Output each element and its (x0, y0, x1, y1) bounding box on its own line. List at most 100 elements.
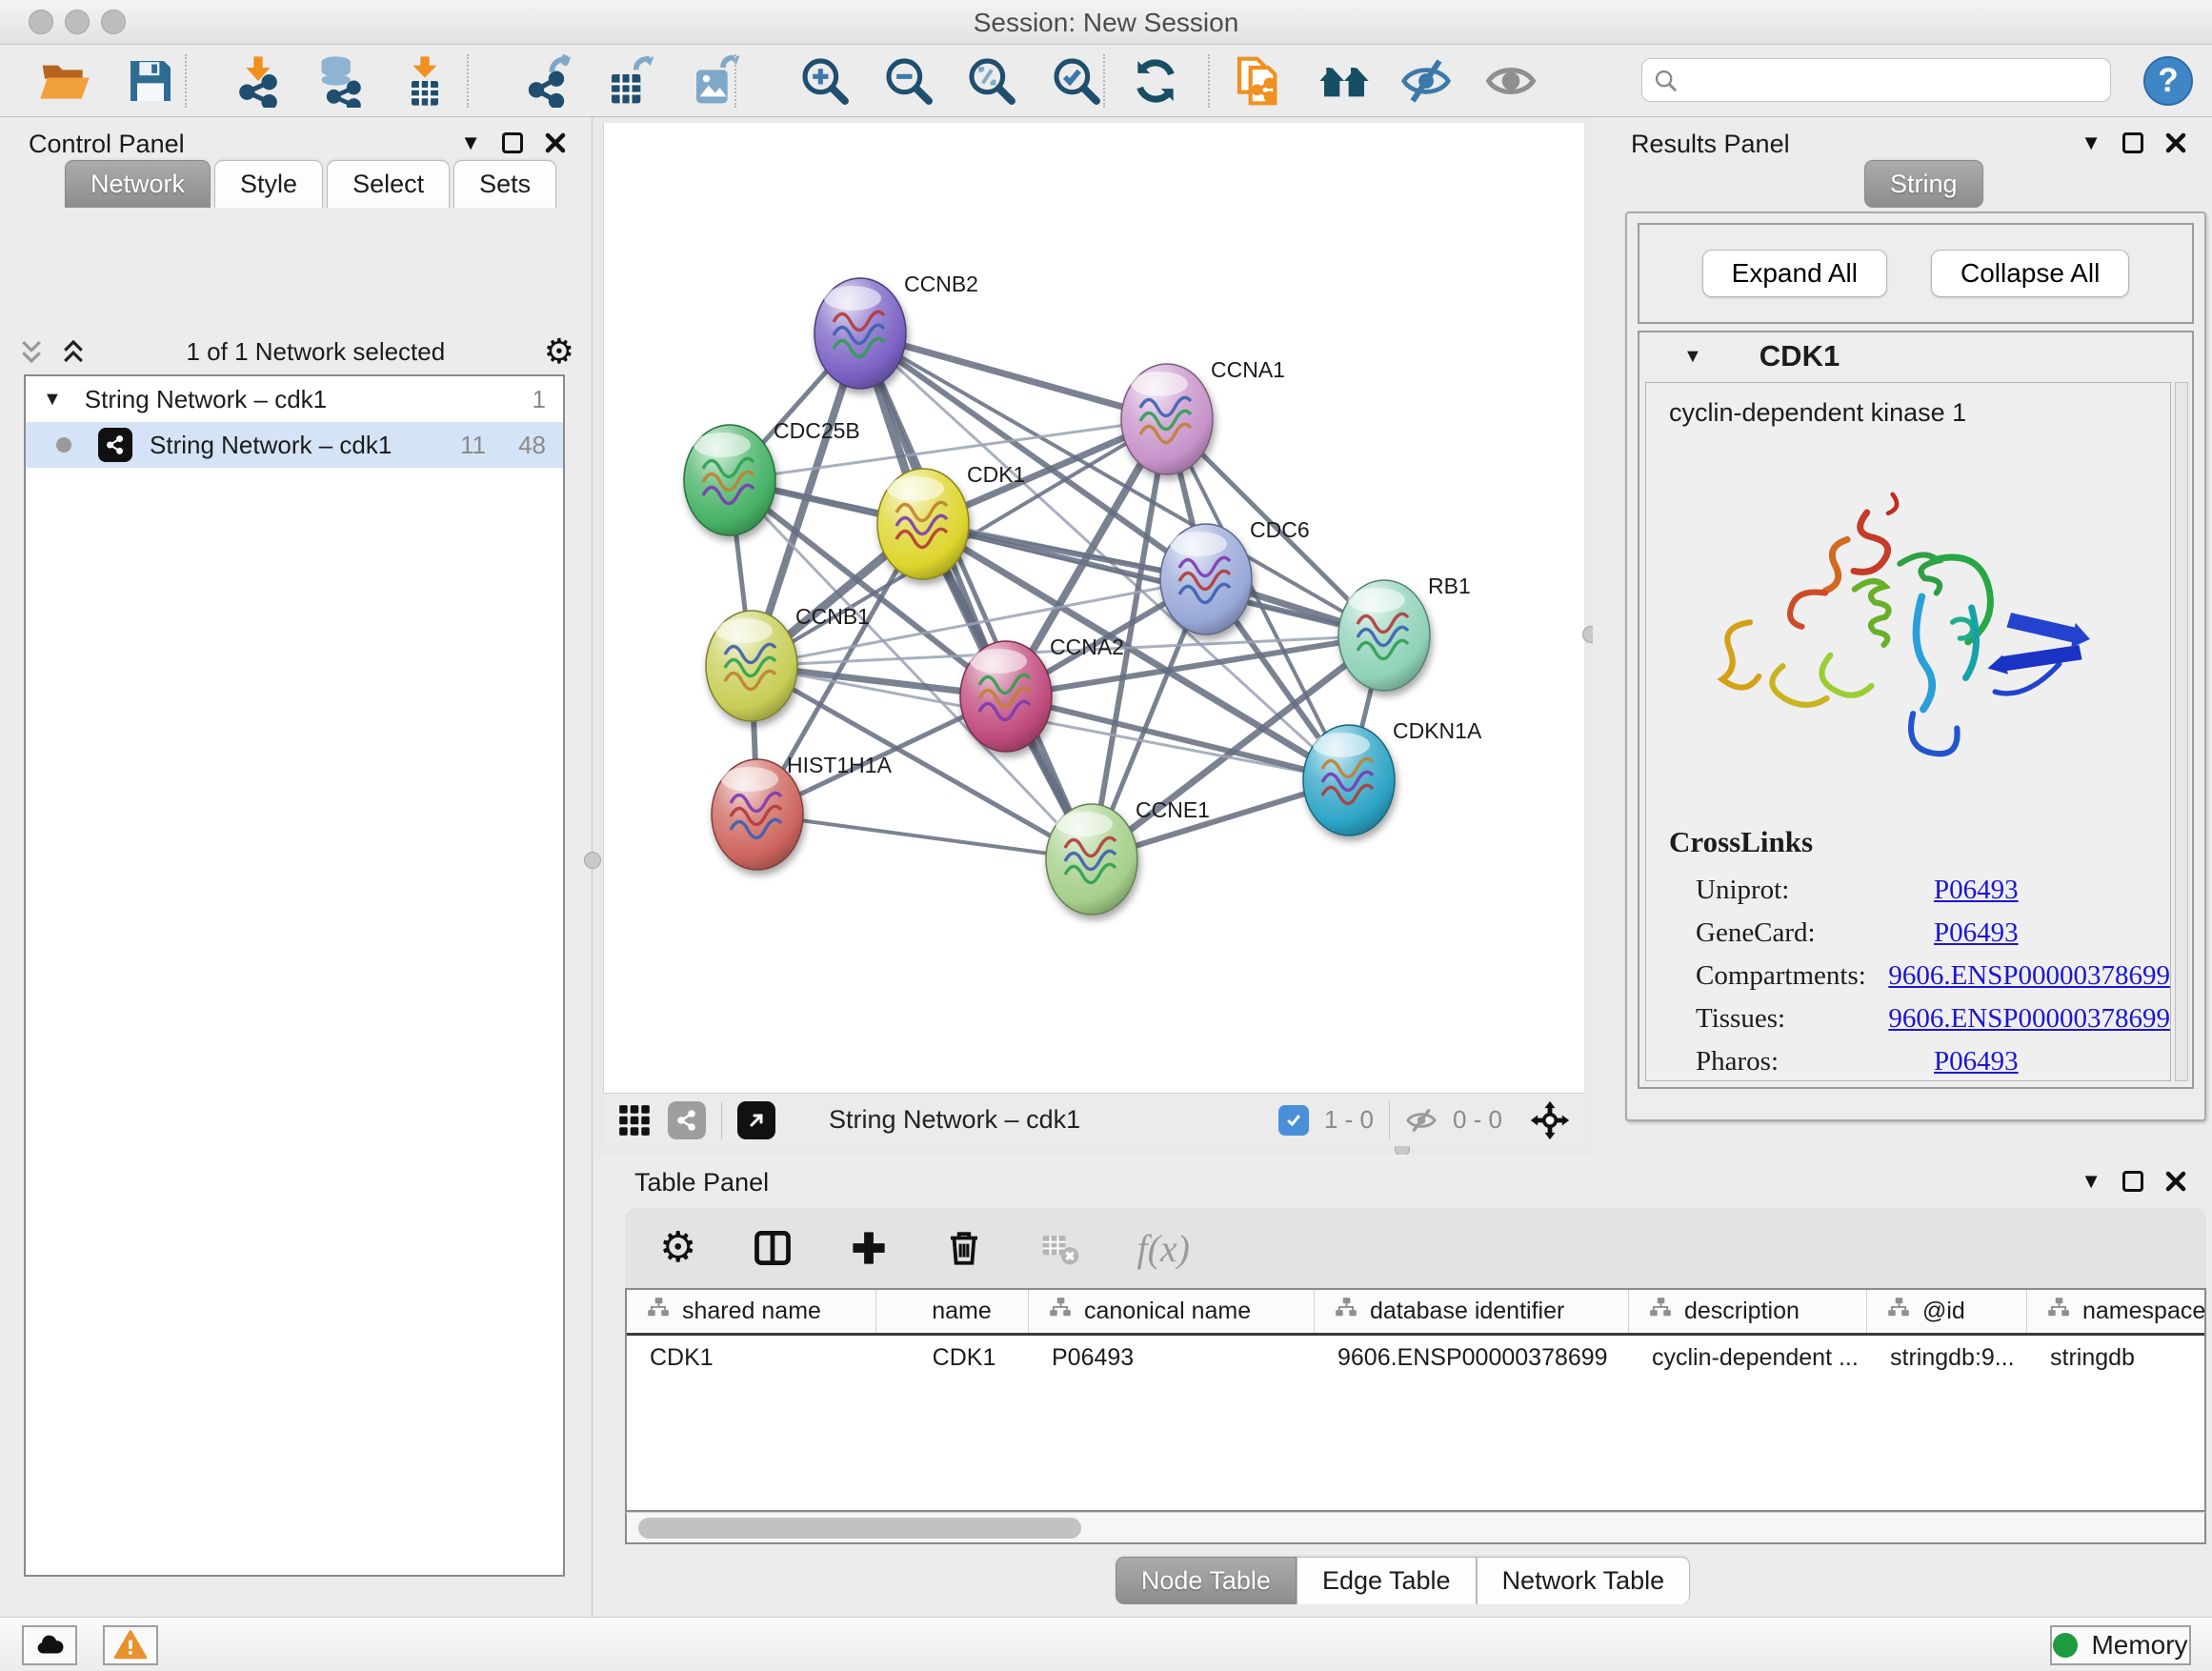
crosslink-link[interactable]: 9606.ENSP00000378699 (1888, 960, 2170, 992)
table-options-gear-icon[interactable]: ⚙ (659, 1227, 696, 1269)
network-node-cdkn1a[interactable]: CDKN1A (1303, 718, 1482, 836)
network-tree-child-row[interactable]: String Network – cdk1 11 48 (26, 422, 563, 468)
open-session-icon[interactable] (38, 54, 91, 108)
network-node-ccnb2[interactable]: CCNB2 (814, 272, 978, 389)
results-panel-float-icon[interactable] (2122, 132, 2143, 153)
table-cell[interactable]: cyclin-dependent ... (1629, 1336, 1867, 1379)
hide-selection-icon[interactable] (1399, 54, 1453, 108)
left-splitter-handle[interactable] (584, 852, 601, 869)
duplicate-network-icon[interactable] (1233, 54, 1286, 108)
toolbar-separator (467, 54, 469, 108)
export-network-icon[interactable] (523, 54, 576, 108)
table-cell[interactable]: stringdb (2027, 1336, 2206, 1379)
node-result-header[interactable]: ▼ CDK1 (1639, 332, 2192, 380)
control-panel-collapse-icon[interactable]: ▼ (460, 131, 481, 155)
zoom-fit-icon[interactable] (965, 54, 1018, 108)
table-cell[interactable]: stringdb:9... (1867, 1336, 2027, 1379)
network-node-hist1h1a[interactable]: HIST1H1A (712, 753, 893, 870)
collapse-all-tree-icon[interactable] (59, 337, 88, 366)
table-cell[interactable]: CDK1 (876, 1336, 1029, 1379)
crosslink-link[interactable]: P06493 (1934, 875, 2019, 906)
crosslink-link[interactable]: 9606.ENSP00000378699 (1888, 1003, 2170, 1035)
crosslink-link[interactable]: P06493 (1934, 1046, 2019, 1077)
table-panel-collapse-icon[interactable]: ▼ (2081, 1169, 2101, 1194)
fit-selected-crosshair-icon[interactable] (1529, 1099, 1571, 1141)
zoom-selected-icon[interactable] (1050, 54, 1103, 108)
network-node-rb1[interactable]: RB1 (1338, 574, 1471, 691)
scrollbar-thumb[interactable] (638, 1518, 1081, 1539)
network-node-ccne1[interactable]: CCNE1 (1046, 797, 1210, 915)
expand-all-button[interactable]: Expand All (1702, 250, 1887, 297)
node-label: RB1 (1428, 574, 1471, 598)
create-column-icon[interactable] (849, 1228, 889, 1268)
network-share-icon[interactable] (668, 1101, 706, 1139)
control-panel-float-icon[interactable] (502, 132, 523, 153)
zoom-out-icon[interactable] (882, 54, 935, 108)
column-header--id[interactable]: @id (1867, 1290, 2027, 1333)
birdseye-grid-icon[interactable] (616, 1102, 653, 1138)
network-canvas[interactable]: CCNB2CCNA1CDC25BCDK1CDC6RB1CCNB1CCNA2CDK… (603, 123, 1584, 1093)
warning-status-button[interactable] (103, 1625, 158, 1665)
results-vertical-scrollbar[interactable] (2175, 382, 2188, 1081)
import-table-file-icon[interactable] (398, 54, 452, 108)
cloud-status-button[interactable] (22, 1625, 77, 1665)
table-toolbar: ⚙ f(x) (625, 1208, 2206, 1288)
column-header-name[interactable]: name (876, 1290, 1029, 1333)
network-collection-label: String Network – cdk1 (85, 385, 533, 414)
expand-all-tree-icon[interactable] (17, 337, 46, 366)
node-label: CCNE1 (1136, 797, 1210, 822)
table-panel-float-icon[interactable] (2122, 1171, 2143, 1192)
collection-count: 1 (533, 385, 546, 414)
first-neighbors-icon[interactable] (1317, 54, 1371, 108)
tab-sets[interactable]: Sets (453, 160, 556, 208)
table-panel-close-icon[interactable] (2164, 1170, 2187, 1193)
help-button[interactable]: ? (2143, 56, 2193, 106)
column-mapping-icon (1648, 1296, 1673, 1327)
save-session-icon[interactable] (124, 54, 177, 108)
column-header-description[interactable]: description (1629, 1290, 1867, 1333)
collapse-all-button[interactable]: Collapse All (1931, 250, 2129, 297)
show-columns-icon[interactable] (752, 1227, 794, 1269)
network-edge[interactable] (757, 815, 1092, 859)
tab-select[interactable]: Select (327, 160, 450, 208)
selected-checkbox-icon[interactable] (1278, 1105, 1309, 1136)
control-panel-close-icon[interactable] (544, 131, 567, 154)
tab-network-table[interactable]: Network Table (1477, 1557, 1691, 1604)
tab-string[interactable]: String (1864, 160, 1983, 208)
search-input[interactable] (1641, 58, 2111, 102)
import-network-file-icon[interactable] (231, 54, 285, 108)
memory-button[interactable]: Memory (2050, 1625, 2191, 1665)
table-cell[interactable]: 9606.ENSP00000378699 (1315, 1336, 1629, 1379)
crosslink-link[interactable]: P06493 (1934, 917, 2019, 949)
table-cell[interactable]: P06493 (1029, 1336, 1315, 1379)
tab-network[interactable]: Network (65, 160, 211, 208)
tab-edge-table[interactable]: Edge Table (1297, 1557, 1477, 1604)
network-tree-root-row[interactable]: ▼ String Network – cdk1 1 (26, 376, 563, 422)
show-all-icon[interactable] (1484, 54, 1538, 108)
open-in-window-icon[interactable] (737, 1101, 775, 1139)
crosslink-label: Pharos: (1696, 1046, 1934, 1077)
column-header-namespace[interactable]: namespace (2027, 1290, 2206, 1333)
column-header-database-identifier[interactable]: database identifier (1315, 1290, 1629, 1333)
tab-style[interactable]: Style (214, 160, 323, 208)
results-panel-collapse-icon[interactable]: ▼ (2081, 131, 2101, 155)
network-node-cdc6[interactable]: CDC6 (1160, 517, 1310, 634)
export-table-icon[interactable] (605, 54, 658, 108)
table-horizontal-scrollbar[interactable] (625, 1512, 2206, 1544)
column-header-shared-name[interactable]: shared name (627, 1290, 876, 1333)
tab-node-table[interactable]: Node Table (1116, 1557, 1297, 1604)
entry-expanded-caret-icon[interactable]: ▼ (1683, 346, 1702, 368)
network-options-gear-icon[interactable]: ⚙ (544, 334, 574, 369)
delete-column-icon[interactable] (944, 1228, 984, 1268)
table-row[interactable]: CDK1CDK1P064939606.ENSP00000378699cyclin… (627, 1336, 2204, 1379)
table-cell[interactable]: CDK1 (627, 1336, 876, 1379)
tree-expanded-caret-icon[interactable]: ▼ (43, 389, 62, 411)
zoom-in-icon[interactable] (798, 54, 852, 108)
network-node-cdk1[interactable]: CDK1 (877, 462, 1025, 579)
column-header-canonical-name[interactable]: canonical name (1029, 1290, 1315, 1333)
main-toolbar: ? (0, 45, 2212, 117)
network-graph: CCNB2CCNA1CDC25BCDK1CDC6RB1CCNB1CCNA2CDK… (604, 123, 1585, 1093)
import-network-database-icon[interactable] (312, 54, 365, 108)
results-panel-close-icon[interactable] (2164, 131, 2187, 154)
refresh-network-icon[interactable] (1129, 54, 1182, 108)
